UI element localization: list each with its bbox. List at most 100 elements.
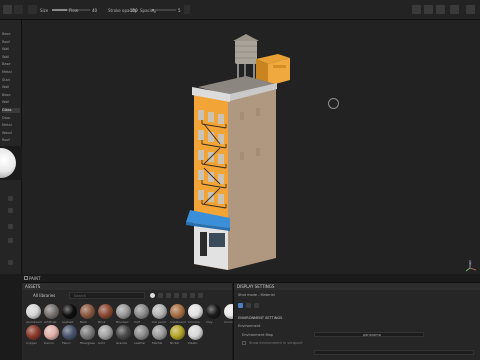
top-toolbar: Size 40 Flow Stroke opacity 100 Spacing … bbox=[0, 0, 480, 20]
material-label: Aluminium bbox=[26, 320, 43, 324]
symmetry-icon[interactable] bbox=[14, 5, 23, 14]
size-label: Size bbox=[40, 8, 49, 13]
camera-settings-icon[interactable] bbox=[246, 303, 251, 308]
stroke-icon[interactable] bbox=[28, 5, 37, 14]
alpha-icon[interactable] bbox=[182, 293, 187, 298]
material-swatch[interactable] bbox=[98, 325, 113, 340]
mask-icon[interactable] bbox=[8, 208, 13, 213]
fill-icon[interactable] bbox=[8, 224, 13, 229]
display-settings-panel: DISPLAY SETTINGS Shot mode - Material EN… bbox=[233, 282, 480, 360]
brush-icon[interactable] bbox=[3, 5, 12, 14]
building-model[interactable] bbox=[180, 32, 320, 272]
material-preview-sphere bbox=[0, 146, 22, 180]
material-swatch[interactable] bbox=[62, 325, 77, 340]
material-swatch[interactable] bbox=[44, 304, 59, 319]
mode-label: PAINT bbox=[29, 276, 41, 281]
viewport-mode-strip: PAINT bbox=[22, 274, 480, 282]
material-swatch[interactable] bbox=[62, 304, 77, 319]
screenshot-icon[interactable] bbox=[450, 5, 459, 14]
material-label: Clay bbox=[206, 320, 213, 324]
side-wall bbox=[228, 84, 276, 270]
flow-label: Flow bbox=[69, 8, 79, 13]
layer-item[interactable]: Base bbox=[2, 93, 20, 98]
env-slider[interactable] bbox=[314, 350, 474, 355]
spacing-slider[interactable] bbox=[152, 9, 176, 11]
layer-item[interactable]: Wall bbox=[2, 85, 20, 90]
material-label: Cardboard bbox=[170, 320, 186, 324]
layer-item[interactable]: Metal bbox=[2, 123, 20, 128]
settings-icon[interactable] bbox=[424, 5, 433, 14]
window-icon[interactable] bbox=[466, 5, 475, 14]
layer-item[interactable]: Base bbox=[2, 32, 20, 37]
layer-item[interactable]: Base bbox=[2, 62, 20, 67]
material-swatch[interactable] bbox=[44, 325, 59, 340]
material-label: Leather bbox=[134, 341, 146, 345]
show-env-label: Show environment in viewport bbox=[249, 341, 303, 345]
material-swatch[interactable] bbox=[80, 325, 95, 340]
delete-layer-icon[interactable] bbox=[8, 260, 13, 265]
lazy-mouse-icon[interactable] bbox=[184, 5, 190, 14]
spacing-value[interactable]: 5 bbox=[178, 8, 181, 13]
layer-item[interactable]: Metal bbox=[2, 70, 20, 75]
material-label: Bark bbox=[80, 320, 87, 324]
material-filter-icon[interactable] bbox=[150, 293, 155, 298]
display-tab[interactable]: Shot mode - Material bbox=[238, 293, 275, 297]
material-swatch[interactable] bbox=[206, 304, 221, 319]
material-label: Asphalt bbox=[62, 320, 74, 324]
material-swatch[interactable] bbox=[170, 325, 185, 340]
material-label: Brushed bbox=[116, 320, 129, 324]
material-label: Marble bbox=[152, 341, 163, 345]
material-swatch[interactable] bbox=[134, 325, 149, 340]
grid-view-icon[interactable] bbox=[190, 293, 195, 298]
size-value[interactable]: 40 bbox=[92, 8, 97, 13]
material-label: Granite bbox=[116, 341, 128, 345]
environment-label: Environment bbox=[238, 324, 261, 328]
environment-tab-icon[interactable] bbox=[238, 303, 243, 308]
material-swatch[interactable] bbox=[26, 304, 41, 319]
library-dropdown[interactable]: All libraries bbox=[33, 293, 55, 298]
material-swatch[interactable] bbox=[116, 325, 131, 340]
add-layer-icon[interactable] bbox=[8, 196, 13, 201]
layer-item[interactable]: Stair bbox=[2, 78, 20, 83]
material-swatch[interactable] bbox=[80, 304, 95, 319]
axis-label: Y bbox=[469, 262, 472, 267]
material-swatch[interactable] bbox=[134, 304, 149, 319]
material-swatch[interactable] bbox=[26, 325, 41, 340]
share-icon[interactable] bbox=[436, 5, 445, 14]
effect-icon[interactable] bbox=[8, 238, 13, 243]
material-swatch[interactable] bbox=[152, 325, 167, 340]
mode-checkbox[interactable] bbox=[24, 276, 28, 280]
layer-item[interactable]: Door bbox=[2, 116, 20, 121]
layer-item[interactable]: Wall bbox=[2, 47, 20, 52]
material-swatch[interactable] bbox=[170, 304, 185, 319]
search-input[interactable]: Search bbox=[69, 292, 145, 299]
material-swatch[interactable] bbox=[98, 304, 113, 319]
layer-item[interactable]: Glass bbox=[2, 108, 20, 113]
show-env-checkbox[interactable] bbox=[242, 341, 246, 345]
material-swatch[interactable] bbox=[188, 325, 203, 340]
brush-cursor bbox=[328, 98, 339, 109]
environment-section-header: ENVIRONMENT SETTINGS bbox=[238, 316, 283, 320]
stroke-opacity-value[interactable]: 100 bbox=[130, 8, 138, 13]
layer-item[interactable]: Wall bbox=[2, 55, 20, 60]
list-view-icon[interactable] bbox=[198, 293, 203, 298]
material-label: Calf bbox=[134, 320, 140, 324]
layer-item[interactable]: Wall bbox=[2, 100, 20, 105]
layer-item[interactable]: Roof bbox=[2, 40, 20, 45]
layer-item[interactable]: Wood bbox=[2, 131, 20, 136]
env-map-field[interactable]: panorama bbox=[314, 332, 424, 337]
camera-icon[interactable] bbox=[412, 5, 421, 14]
material-swatch[interactable] bbox=[188, 304, 203, 319]
material-label: Fabric bbox=[62, 341, 71, 345]
layer-item[interactable]: Roof bbox=[2, 138, 20, 143]
texture-icon[interactable] bbox=[166, 293, 171, 298]
display-title: DISPLAY SETTINGS bbox=[234, 283, 480, 290]
viewer-settings-icon[interactable] bbox=[254, 303, 259, 308]
smart-material-icon[interactable] bbox=[158, 293, 163, 298]
material-label: Copper bbox=[26, 341, 37, 345]
material-label: Brick bbox=[98, 320, 106, 324]
material-swatch[interactable] bbox=[152, 304, 167, 319]
material-swatch[interactable] bbox=[116, 304, 131, 319]
brush-filter-icon[interactable] bbox=[174, 293, 179, 298]
material-label: Nickel bbox=[170, 341, 180, 345]
